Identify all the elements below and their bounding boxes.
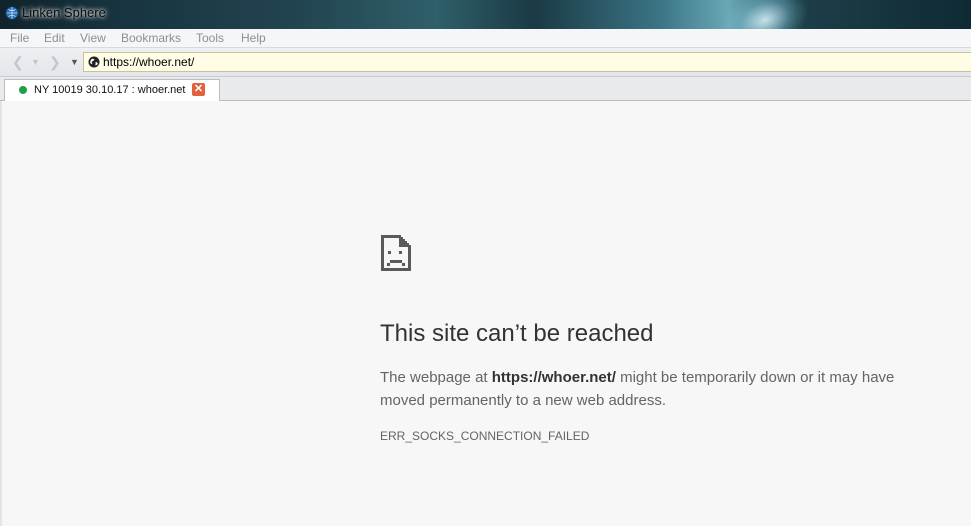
- error-code: ERR_SOCKS_CONNECTION_FAILED: [380, 429, 590, 443]
- navigation-toolbar: ❮ ▼ ❯ ▼ https://whoer.net/: [0, 48, 971, 77]
- menu-view[interactable]: View: [80, 31, 106, 45]
- title-bar: Linken Sphere: [0, 0, 971, 29]
- app-globe-icon: [5, 6, 19, 20]
- tab-label: NY 10019 30.10.17 : whoer.net: [34, 84, 186, 96]
- address-bar[interactable]: https://whoer.net/: [83, 52, 971, 72]
- forward-button[interactable]: ❯: [49, 54, 63, 70]
- url-text[interactable]: https://whoer.net/: [103, 55, 194, 69]
- error-description: The webpage at https://whoer.net/ might …: [380, 369, 895, 409]
- tab-whoer[interactable]: NY 10019 30.10.17 : whoer.net ✕: [4, 79, 220, 102]
- menu-bookmarks[interactable]: Bookmarks: [121, 31, 181, 45]
- title-bar-background-glow: [712, 0, 818, 29]
- error-url: https://whoer.net/: [491, 369, 616, 386]
- menu-help[interactable]: Help: [241, 31, 266, 45]
- tab-strip: NY 10019 30.10.17 : whoer.net ✕: [0, 77, 971, 102]
- menu-file[interactable]: File: [10, 31, 29, 45]
- back-button[interactable]: ❮: [12, 54, 26, 70]
- menu-edit[interactable]: Edit: [44, 31, 65, 45]
- sad-page-icon: [381, 235, 411, 271]
- forward-history-dropdown-icon[interactable]: ▼: [70, 54, 84, 70]
- connection-status-dot-icon: [19, 86, 27, 94]
- menu-tools[interactable]: Tools: [196, 31, 224, 45]
- error-title: This site can’t be reached: [380, 320, 654, 347]
- window-title: Linken Sphere: [22, 5, 106, 20]
- menu-bar: File Edit View Bookmarks Tools Help: [0, 29, 971, 48]
- globe-icon: [88, 56, 100, 68]
- close-tab-icon[interactable]: ✕: [192, 83, 205, 96]
- back-history-dropdown-icon[interactable]: ▼: [31, 54, 45, 70]
- page-content: This site can’t be reached The webpage a…: [0, 101, 971, 526]
